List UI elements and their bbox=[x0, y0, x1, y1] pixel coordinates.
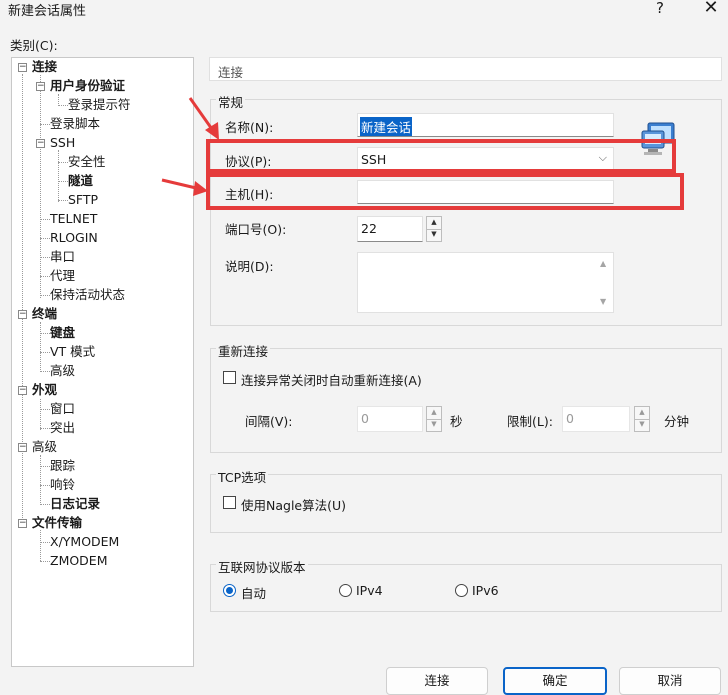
ip-auto-label: 自动 bbox=[241, 586, 267, 601]
tree-item-terminal-advanced[interactable]: 高级 bbox=[50, 362, 75, 380]
port-input[interactable]: 22 bbox=[357, 216, 423, 242]
interval-unit: 秒 bbox=[450, 414, 463, 429]
tree-item-keyboard[interactable]: 键盘 bbox=[50, 324, 75, 342]
interval-label: 间隔(V): bbox=[245, 414, 293, 429]
tcp-group-title: TCP选项 bbox=[216, 467, 269, 486]
tree-item-connection[interactable]: 连接 bbox=[32, 58, 57, 76]
tree-item-highlight[interactable]: 突出 bbox=[50, 419, 75, 437]
tree-item-advanced[interactable]: 高级 bbox=[32, 438, 57, 456]
tree-item-appearance[interactable]: 外观 bbox=[32, 381, 57, 399]
title-bar: 新建会话属性 ? ✕ bbox=[0, 0, 728, 22]
port-value: 22 bbox=[361, 221, 377, 236]
ipv4-radio[interactable] bbox=[339, 584, 352, 597]
scroll-down-icon[interactable]: ▼ bbox=[600, 297, 606, 306]
tree-item-serial[interactable]: 串口 bbox=[50, 248, 75, 266]
tree-item-tunnel[interactable]: 隧道 bbox=[68, 172, 93, 190]
tree-collapse-icon[interactable]: − bbox=[18, 443, 27, 452]
nagle-checkbox[interactable] bbox=[223, 496, 236, 509]
auto-reconnect-checkbox[interactable] bbox=[223, 371, 236, 384]
ok-button[interactable]: 确定 bbox=[503, 667, 607, 695]
red-arrow-icon bbox=[161, 178, 208, 196]
description-label: 说明(D): bbox=[225, 259, 274, 274]
ip-auto-radio[interactable] bbox=[223, 584, 236, 597]
interval-input[interactable]: 0 bbox=[357, 406, 423, 432]
name-input[interactable]: 新建会话 bbox=[357, 113, 614, 137]
connect-button[interactable]: 连接 bbox=[386, 667, 488, 695]
close-button[interactable]: ✕ bbox=[700, 0, 722, 18]
port-spinner[interactable]: ▲ ▼ bbox=[426, 216, 442, 242]
tree-item-login-prompt[interactable]: 登录提示符 bbox=[68, 96, 131, 114]
category-label: 类别(C): bbox=[10, 38, 58, 53]
description-input[interactable]: ▲ ▼ bbox=[357, 252, 614, 313]
tree-item-user-auth[interactable]: 用户身份验证 bbox=[50, 77, 125, 95]
limit-value: 0 bbox=[566, 411, 574, 426]
spin-down-icon[interactable]: ▼ bbox=[635, 419, 649, 431]
nagle-label: 使用Nagle算法(U) bbox=[241, 498, 347, 513]
tree-item-window[interactable]: 窗口 bbox=[50, 400, 75, 418]
tree-collapse-icon[interactable]: − bbox=[36, 139, 45, 148]
scroll-up-icon[interactable]: ▲ bbox=[600, 259, 606, 268]
window-title: 新建会话属性 bbox=[8, 4, 87, 19]
tree-item-file-transfer[interactable]: 文件传输 bbox=[32, 514, 82, 532]
limit-unit: 分钟 bbox=[664, 414, 690, 429]
tree-item-xymodem[interactable]: X/YMODEM bbox=[50, 533, 119, 551]
cancel-button[interactable]: 取消 bbox=[619, 667, 721, 695]
tree-item-login-script[interactable]: 登录脚本 bbox=[50, 115, 100, 133]
tree-item-zmodem[interactable]: ZMODEM bbox=[50, 552, 108, 570]
tree-item-bell[interactable]: 响铃 bbox=[50, 476, 75, 494]
interval-spinner[interactable]: ▲ ▼ bbox=[426, 406, 442, 432]
tree-item-vt-mode[interactable]: VT 模式 bbox=[50, 343, 95, 361]
ipv6-label: IPv6 bbox=[472, 583, 499, 598]
protocol-highlight-box bbox=[206, 139, 676, 173]
name-label: 名称(N): bbox=[225, 120, 274, 135]
spin-down-icon[interactable]: ▼ bbox=[427, 419, 441, 431]
limit-spinner[interactable]: ▲ ▼ bbox=[634, 406, 650, 432]
reconnect-group-title: 重新连接 bbox=[216, 341, 271, 360]
ipv6-radio[interactable] bbox=[455, 584, 468, 597]
tree-item-rlogin[interactable]: RLOGIN bbox=[50, 229, 98, 247]
limit-label: 限制(L): bbox=[507, 414, 553, 429]
description-scrollbar[interactable]: ▲ ▼ bbox=[597, 253, 613, 312]
interval-value: 0 bbox=[361, 411, 369, 426]
tree-collapse-icon[interactable]: − bbox=[18, 63, 27, 72]
name-input-value: 新建会话 bbox=[360, 117, 413, 136]
breadcrumb-text: 连接 bbox=[218, 65, 244, 80]
help-button[interactable]: ? bbox=[651, 0, 669, 18]
ip-version-group-title: 互联网协议版本 bbox=[216, 557, 308, 576]
port-label: 端口号(O): bbox=[225, 222, 287, 237]
tree-item-keepalive[interactable]: 保持活动状态 bbox=[50, 286, 125, 304]
tree-collapse-icon[interactable]: − bbox=[18, 519, 27, 528]
spin-down-icon[interactable]: ▼ bbox=[427, 229, 441, 241]
breadcrumb: 连接 bbox=[209, 57, 722, 81]
tree-item-terminal[interactable]: 终端 bbox=[32, 305, 57, 323]
tree-collapse-icon[interactable]: − bbox=[36, 82, 45, 91]
ipv4-label: IPv4 bbox=[356, 583, 383, 598]
tree-collapse-icon[interactable]: − bbox=[18, 386, 27, 395]
category-tree[interactable]: − − − − − − − 连接 用户身份验证 登录提示符 登录脚本 SSH 安… bbox=[11, 57, 194, 667]
reconnect-group bbox=[210, 348, 722, 453]
tree-item-proxy[interactable]: 代理 bbox=[50, 267, 75, 285]
tree-item-sftp[interactable]: SFTP bbox=[68, 191, 98, 209]
host-highlight-box bbox=[206, 173, 684, 210]
tree-item-telnet[interactable]: TELNET bbox=[50, 210, 97, 228]
tree-item-security[interactable]: 安全性 bbox=[68, 153, 106, 171]
tree-item-logging[interactable]: 日志记录 bbox=[50, 495, 100, 513]
tree-item-ssh[interactable]: SSH bbox=[50, 134, 75, 152]
auto-reconnect-label: 连接异常关闭时自动重新连接(A) bbox=[241, 373, 422, 388]
limit-input[interactable]: 0 bbox=[562, 406, 630, 432]
tree-collapse-icon[interactable]: − bbox=[18, 310, 27, 319]
red-arrow-icon bbox=[188, 97, 219, 140]
tree-item-trace[interactable]: 跟踪 bbox=[50, 457, 75, 475]
